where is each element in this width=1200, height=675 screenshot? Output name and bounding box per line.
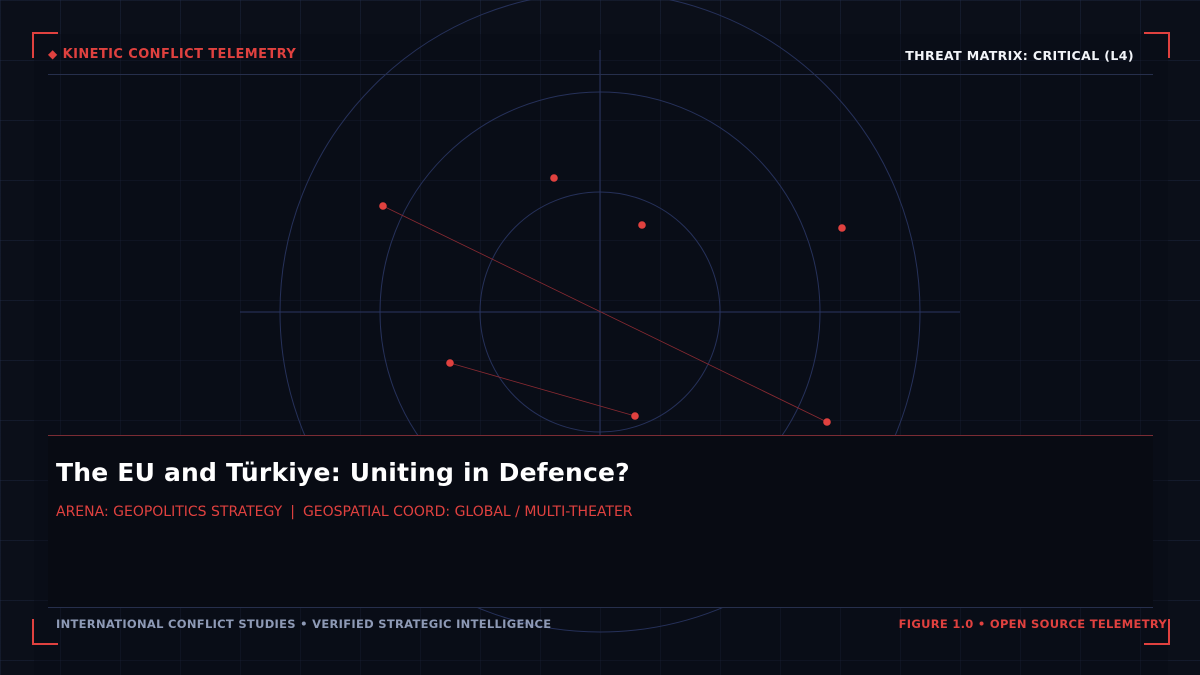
threat-blip bbox=[550, 174, 558, 182]
info-panel: The EU and Türkiye: Uniting in Defence? … bbox=[48, 435, 1153, 608]
threat-vector-line bbox=[449, 362, 636, 417]
threat-status-label: THREAT MATRIX: CRITICAL (L4) bbox=[905, 48, 1134, 63]
threat-blip bbox=[838, 224, 846, 232]
diamond-icon: ◆ bbox=[48, 47, 58, 61]
frame-corner-top-right bbox=[1144, 32, 1170, 58]
threat-blip bbox=[631, 412, 639, 420]
frame-corner-bottom-left bbox=[32, 619, 58, 645]
footer-divider bbox=[48, 607, 1153, 608]
threat-blip bbox=[823, 418, 831, 426]
metadata-line: ARENA: GEOPOLITICS STRATEGY | GEOSPATIAL C… bbox=[56, 504, 633, 520]
source-credit: INTERNATIONAL CONFLICT STUDIES • VERIFIE… bbox=[56, 617, 552, 631]
telemetry-stage: ◆ KINETIC CONFLICT TELEMETRY THREAT MATRI… bbox=[0, 0, 1200, 675]
threat-vector-line bbox=[382, 205, 828, 423]
threat-blip bbox=[638, 221, 646, 229]
arena-label: ARENA: GEOPOLITICS STRATEGY bbox=[56, 504, 283, 520]
header-section-label: ◆ KINETIC CONFLICT TELEMETRY bbox=[48, 47, 296, 62]
figure-caption: FIGURE 1.0 • OPEN SOURCE TELEMETRY bbox=[898, 617, 1167, 631]
threat-blip bbox=[379, 202, 387, 210]
metadata-separator: | bbox=[290, 504, 295, 520]
page-title: The EU and Türkiye: Uniting in Defence? bbox=[56, 458, 630, 487]
header-divider bbox=[48, 74, 1153, 75]
coordinates-label: GEOSPATIAL COORD: GLOBAL / MULTI-THEATER bbox=[302, 504, 633, 520]
section-label-text: KINETIC CONFLICT TELEMETRY bbox=[62, 47, 297, 62]
threat-blip bbox=[446, 359, 454, 367]
